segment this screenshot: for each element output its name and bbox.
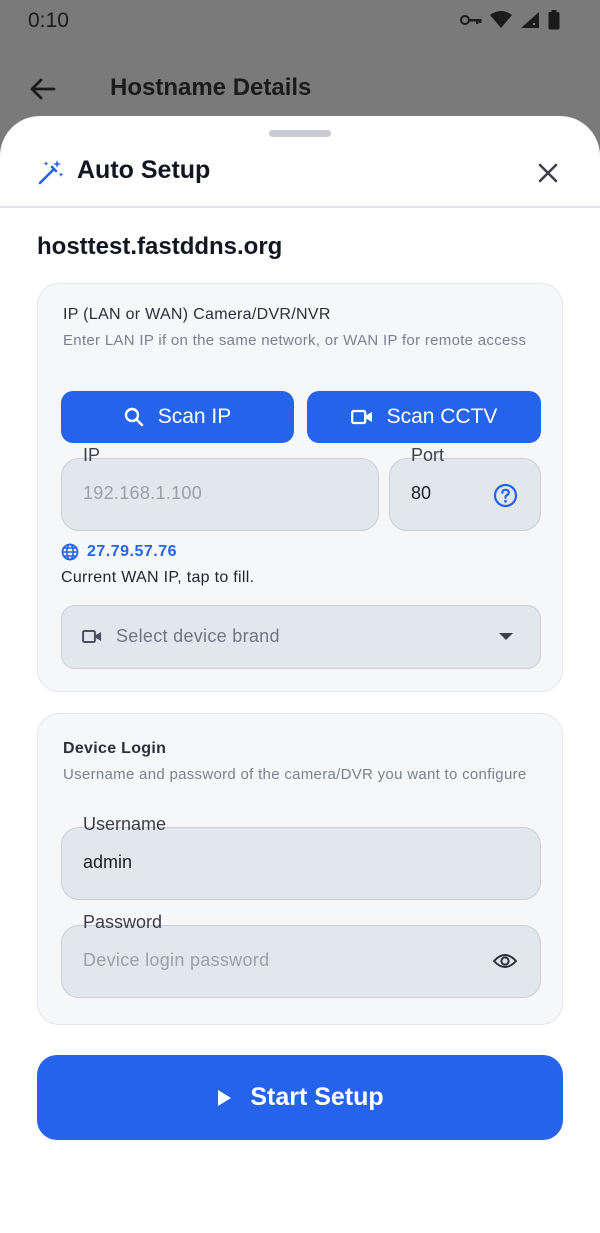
auto-setup-sheet: Auto Setup hosttest.fastddns.org IP (LAN…: [0, 116, 600, 1233]
wan-ip-note: Current WAN IP, tap to fill.: [61, 569, 255, 586]
ip-field-placeholder: 192.168.1.100: [83, 483, 203, 503]
sheet-title: Auto Setup: [77, 156, 211, 184]
camera-card-description: Enter LAN IP if on the same network, or …: [63, 332, 527, 349]
status-time: 0:10: [28, 9, 69, 32]
key-icon: [460, 15, 482, 25]
scan-cctv-button[interactable]: Scan CCTV: [307, 391, 541, 443]
drag-handle[interactable]: [269, 130, 331, 137]
wan-ip-link[interactable]: 27.79.57.76: [61, 543, 177, 561]
ip-field-label: IP: [80, 445, 104, 466]
globe-icon: [61, 543, 79, 561]
magic-wand-icon: [38, 160, 64, 185]
username-field-label: Username: [80, 814, 170, 835]
eye-icon[interactable]: [493, 952, 517, 970]
camera-card-title: IP (LAN or WAN) Camera/DVR/NVR: [63, 306, 331, 323]
help-icon[interactable]: [493, 483, 518, 508]
device-brand-placeholder: Select device brand: [116, 626, 280, 646]
start-setup-button[interactable]: Start Setup: [37, 1055, 563, 1140]
battery-icon: [548, 10, 560, 30]
password-field-placeholder: Device login password: [83, 950, 270, 970]
hostname-title: hosttest.fastddns.org: [37, 233, 283, 260]
videocam-icon: [350, 409, 372, 425]
scan-ip-button[interactable]: Scan IP: [61, 391, 294, 443]
camera-card: IP (LAN or WAN) Camera/DVR/NVR Enter LAN…: [37, 283, 563, 692]
port-field-value: 80: [411, 483, 432, 503]
signal-icon: [521, 12, 539, 28]
username-field[interactable]: Username admin: [61, 814, 541, 900]
close-icon[interactable]: [535, 160, 561, 186]
device-login-card: Device Login Username and password of th…: [37, 713, 563, 1025]
password-field-label: Password: [80, 912, 166, 933]
scan-ip-label: Scan IP: [157, 405, 232, 428]
ip-field[interactable]: IP 192.168.1.100: [61, 445, 379, 531]
app-bar: Hostname Details: [0, 52, 600, 124]
videocam-icon: [82, 630, 102, 643]
wifi-icon: [490, 11, 512, 28]
app-bar-title: Hostname Details: [110, 74, 312, 101]
status-bar: 0:10: [0, 0, 600, 44]
device-login-title: Device Login: [63, 740, 167, 757]
device-login-description: Username and password of the camera/DVR …: [63, 766, 527, 783]
scan-cctv-label: Scan CCTV: [386, 405, 498, 428]
dropdown-arrow-icon: [499, 633, 513, 640]
password-field[interactable]: Password Device login password: [61, 912, 541, 998]
back-arrow-icon[interactable]: [28, 74, 58, 104]
username-field-value: admin: [83, 852, 133, 872]
play-icon: [218, 1089, 232, 1106]
port-field[interactable]: Port 80: [389, 445, 541, 531]
status-icons: [460, 10, 560, 30]
search-icon: [124, 407, 144, 427]
wan-ip-value: 27.79.57.76: [87, 543, 178, 560]
start-setup-label: Start Setup: [250, 1083, 384, 1111]
device-brand-select[interactable]: Select device brand: [61, 605, 541, 669]
sheet-header: Auto Setup: [0, 144, 600, 208]
port-field-label: Port: [408, 445, 448, 466]
